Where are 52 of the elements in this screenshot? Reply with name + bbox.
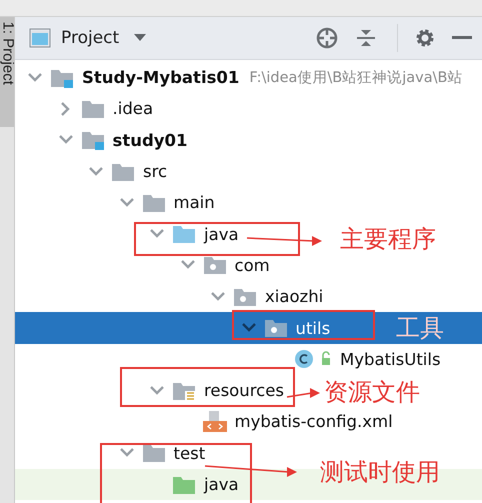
folder-icon: [172, 224, 196, 244]
chevron-down-icon[interactable]: [150, 229, 164, 240]
chevron-down-icon[interactable]: [89, 166, 103, 177]
item-name[interactable]: java: [204, 224, 239, 244]
item-name[interactable]: com: [234, 256, 270, 275]
folder-icon: [233, 286, 257, 307]
minimize-icon[interactable]: [452, 35, 472, 41]
project-tool-tab[interactable]: 1: Project: [0, 17, 14, 127]
folder-icon: [142, 443, 166, 464]
chevron-down-icon[interactable]: [28, 72, 42, 83]
folder-icon: [111, 162, 135, 182]
chevron-down-icon[interactable]: [180, 260, 194, 270]
class-icon: [294, 349, 332, 370]
xml-file-icon: [202, 410, 226, 433]
item-name[interactable]: main: [174, 193, 215, 212]
arrow: [286, 388, 320, 398]
folder-icon: [264, 318, 288, 338]
item-name[interactable]: Study-Mybatis01: [82, 68, 240, 88]
folder-icon: [142, 192, 166, 213]
item-name[interactable]: src: [143, 162, 168, 182]
chevron-down-icon[interactable]: [120, 198, 134, 208]
item-name[interactable]: study01: [112, 130, 188, 150]
chevron-down-icon[interactable]: [58, 135, 72, 146]
folder-icon: [50, 68, 74, 88]
chevron-down-icon[interactable]: [120, 448, 134, 458]
window-icon: [29, 28, 51, 48]
folder-icon: [172, 474, 196, 494]
view-selector[interactable]: Project: [57, 28, 124, 48]
crosshair-icon[interactable]: [315, 26, 339, 50]
item-name[interactable]: java: [204, 475, 239, 494]
caret-icon[interactable]: [133, 33, 148, 43]
chevron-down-icon[interactable]: [150, 386, 164, 396]
item-name[interactable]: mybatis-config.xml: [234, 412, 393, 432]
folder-icon: [80, 98, 104, 119]
item-name[interactable]: resources: [204, 381, 284, 400]
item-name[interactable]: test: [174, 444, 206, 463]
item-name[interactable]: utils: [296, 318, 330, 338]
collapse-icon[interactable]: [355, 27, 377, 49]
folder-icon: [80, 130, 104, 150]
annotation-text: 主要程序: [339, 224, 437, 255]
item-name[interactable]: MybatisUtils: [340, 350, 441, 369]
folder-icon: [172, 380, 196, 401]
annotation-text: 资源文件: [323, 377, 421, 408]
folder-icon: [202, 255, 226, 276]
chevron-right-icon[interactable]: [58, 102, 72, 116]
chevron-down-icon[interactable]: [211, 292, 225, 302]
item-name[interactable]: xiaozhi: [265, 287, 324, 306]
chevron-down-icon[interactable]: [242, 323, 256, 334]
settings-icon[interactable]: [414, 27, 436, 49]
item-name[interactable]: .idea: [112, 99, 154, 118]
annotation-text: 工具: [395, 313, 445, 344]
module-path: F:\idea使用\B站狂神说java\B站: [249, 69, 462, 88]
